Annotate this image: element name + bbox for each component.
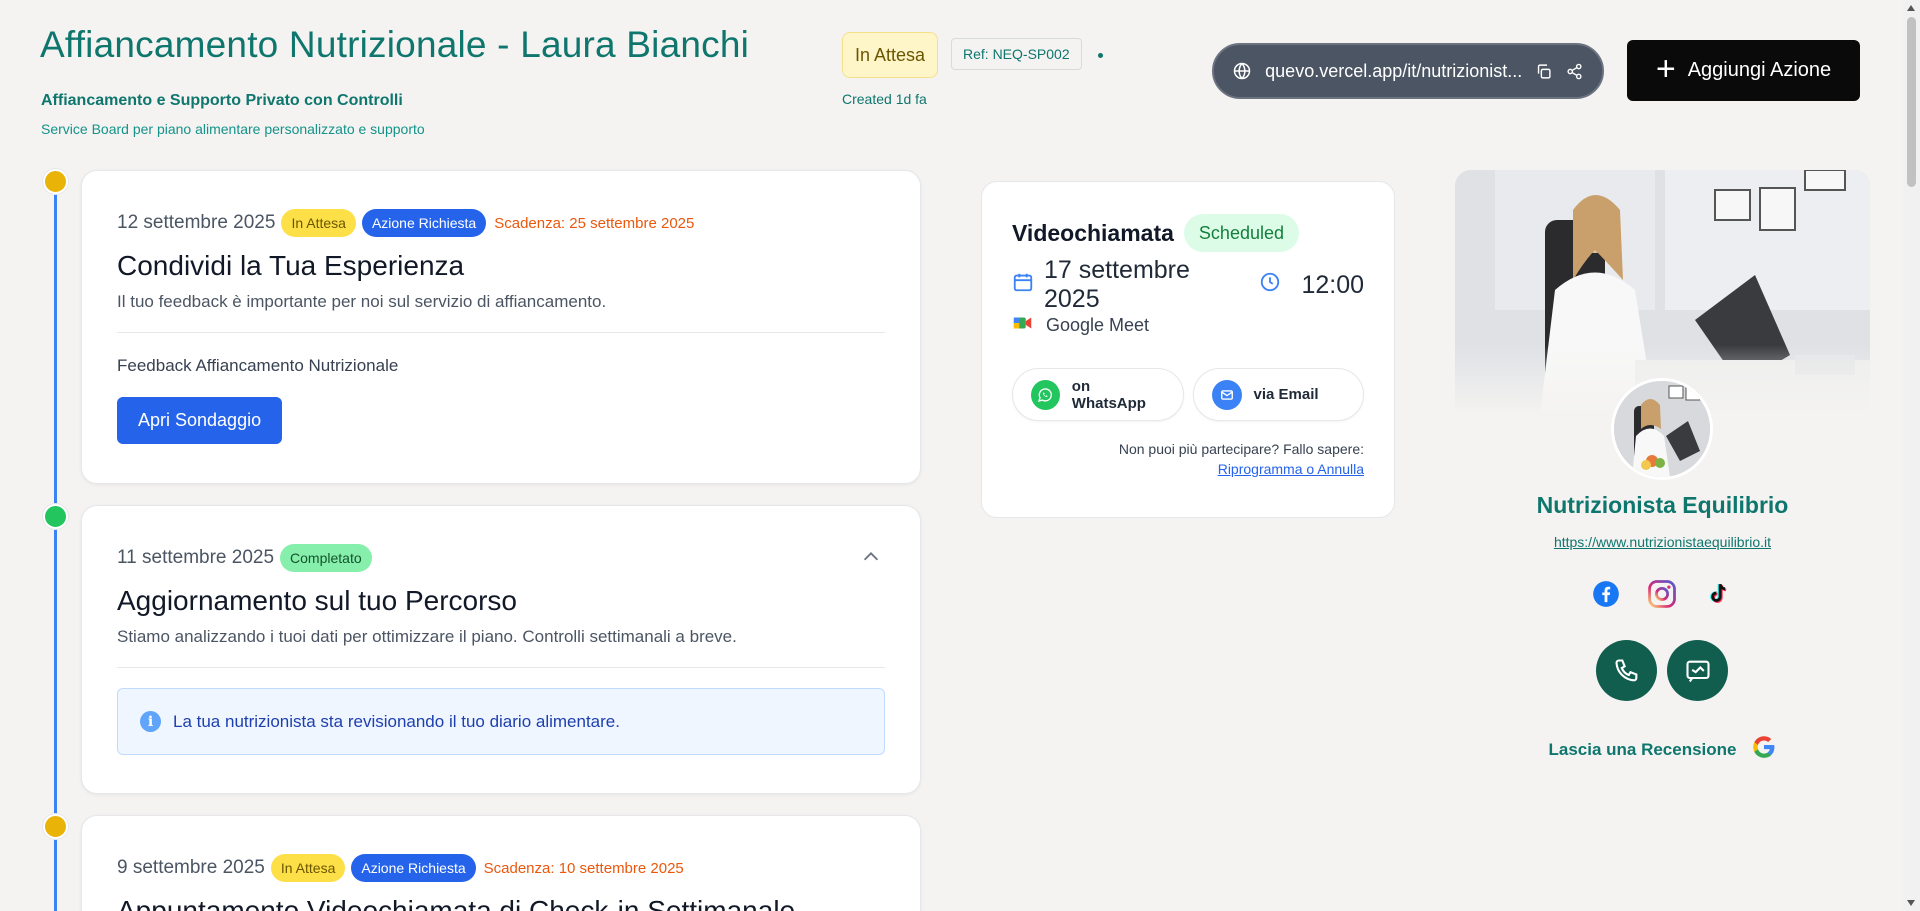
google-meet-icon <box>1012 312 1034 339</box>
status-badge: In Attesa <box>270 854 346 882</box>
provider-profile: Nutrizionista Equilibrio https://www.nut… <box>1455 170 1870 780</box>
page-subtitle: Affiancamento e Supporto Privato con Con… <box>41 92 403 109</box>
add-action-button[interactable]: + Aggiungi Azione <box>1627 40 1860 101</box>
card-title: Condividi la Tua Esperienza <box>117 250 465 281</box>
calendar-icon <box>1012 271 1044 300</box>
google-icon <box>1751 734 1777 765</box>
scheduled-badge: Scheduled <box>1183 214 1299 252</box>
share-url-bar[interactable]: quevo.vercel.app/it/nutrizionist... <box>1212 43 1604 99</box>
review-label: Lascia una Recensione <box>1548 739 1737 759</box>
copy-icon[interactable] <box>1534 61 1553 81</box>
tiktok-icon[interactable] <box>1703 579 1733 609</box>
reschedule-link[interactable]: Riprogramma o Annulla <box>1012 461 1364 477</box>
clock-icon <box>1259 271 1291 300</box>
cannot-attend-note: Non puoi più partecipare? Fallo sapere: <box>1118 441 1364 457</box>
status-badge: In Attesa <box>281 209 356 237</box>
video-call-card: Videochiamata Scheduled 17 settembre 202… <box>981 181 1395 518</box>
globe-icon <box>1232 61 1251 81</box>
leave-review-button[interactable]: Lascia una Recensione <box>1455 734 1870 765</box>
page-description: Service Board per piano alimentare perso… <box>41 121 425 137</box>
divider <box>117 332 885 333</box>
timeline-card: 11 settembre 2025 Completato Aggiornamen… <box>81 505 921 794</box>
mail-icon <box>1211 379 1242 410</box>
timeline-dot-completed <box>43 504 68 529</box>
message-icon <box>1685 660 1710 682</box>
facebook-icon[interactable] <box>1591 579 1621 609</box>
whatsapp-label: on WhatsApp <box>1071 377 1146 412</box>
chevron-up-icon[interactable] <box>860 546 882 568</box>
card-date: 12 settembre 2025 <box>117 212 276 233</box>
page-scrollbar[interactable] <box>1903 0 1920 911</box>
phone-call-button[interactable] <box>1596 640 1657 701</box>
whatsapp-icon <box>1031 379 1060 410</box>
scrollbar-thumb[interactable] <box>1907 17 1916 187</box>
timeline-dot-pending <box>43 814 68 839</box>
share-url-text: quevo.vercel.app/it/nutrizionist... <box>1265 60 1523 81</box>
divider <box>117 667 885 668</box>
deadline-label: Scadenza: 25 settembre 2025 <box>494 214 695 232</box>
avatar <box>1611 378 1713 480</box>
action-required-badge: Azione Richiesta <box>361 209 487 237</box>
card-date: 11 settembre 2025 <box>117 547 275 568</box>
created-label: Created 1d fa <box>842 91 927 107</box>
timeline-card: 9 settembre 2025 In Attesa Azione Richie… <box>81 815 921 911</box>
card-description: Stiamo analizzando i tuoi dati per ottim… <box>117 627 737 646</box>
scroll-down-arrow[interactable] <box>1907 900 1915 906</box>
message-button[interactable] <box>1667 640 1728 701</box>
card-description: Il tuo feedback è importante per noi sul… <box>117 292 607 311</box>
timeline-line <box>54 182 57 911</box>
info-icon: i <box>140 711 161 732</box>
info-box: i La tua nutrizionista sta revisionando … <box>117 688 885 755</box>
add-action-label: Aggiungi Azione <box>1687 59 1832 81</box>
card-date: 9 settembre 2025 <box>117 857 265 878</box>
survey-label: Feedback Affiancamento Nutrizionale <box>117 356 399 375</box>
instagram-icon[interactable] <box>1647 579 1677 609</box>
action-required-badge: Azione Richiesta <box>351 854 476 882</box>
whatsapp-button[interactable]: on WhatsApp <box>1012 368 1184 421</box>
provider-website-link[interactable]: https://www.nutrizionistaequilibrio.it <box>1455 534 1870 550</box>
call-time: 12:00 <box>1301 270 1364 299</box>
email-button[interactable]: via Email <box>1192 368 1364 421</box>
email-label: via Email <box>1253 386 1319 403</box>
deadline-label: Scadenza: 10 settembre 2025 <box>483 859 684 877</box>
page-title: Affiancamento Nutrizionale - Laura Bianc… <box>40 24 750 65</box>
phone-icon <box>1614 658 1637 681</box>
page-header: Affiancamento Nutrizionale - Laura Bianc… <box>40 20 1860 137</box>
separator-dot <box>1098 53 1103 58</box>
card-title: Aggiornamento sul tuo Percorso <box>117 585 517 616</box>
open-survey-button[interactable]: Apri Sondaggio <box>117 397 283 444</box>
video-call-title: Videochiamata <box>1012 219 1174 246</box>
card-title: Appuntamento Videochiamata di Check-in S… <box>117 895 796 911</box>
timeline-card: 12 settembre 2025 In Attesa Azione Richi… <box>81 170 921 484</box>
share-icon[interactable] <box>1565 61 1584 81</box>
info-text: La tua nutrizionista sta revisionando il… <box>173 711 620 731</box>
reference-badge: Ref: NEQ-SP002 <box>951 38 1082 70</box>
status-badge: Completato <box>280 544 372 572</box>
plus-icon: + <box>1655 50 1676 88</box>
call-platform: Google Meet <box>1046 314 1150 335</box>
scroll-up-arrow[interactable] <box>1907 5 1915 11</box>
provider-name: Nutrizionista Equilibrio <box>1536 492 1789 518</box>
social-links <box>1591 579 1733 609</box>
call-date: 17 settembre 2025 <box>1044 256 1190 313</box>
status-badge: In Attesa <box>842 32 939 78</box>
timeline-dot-pending <box>43 169 68 194</box>
